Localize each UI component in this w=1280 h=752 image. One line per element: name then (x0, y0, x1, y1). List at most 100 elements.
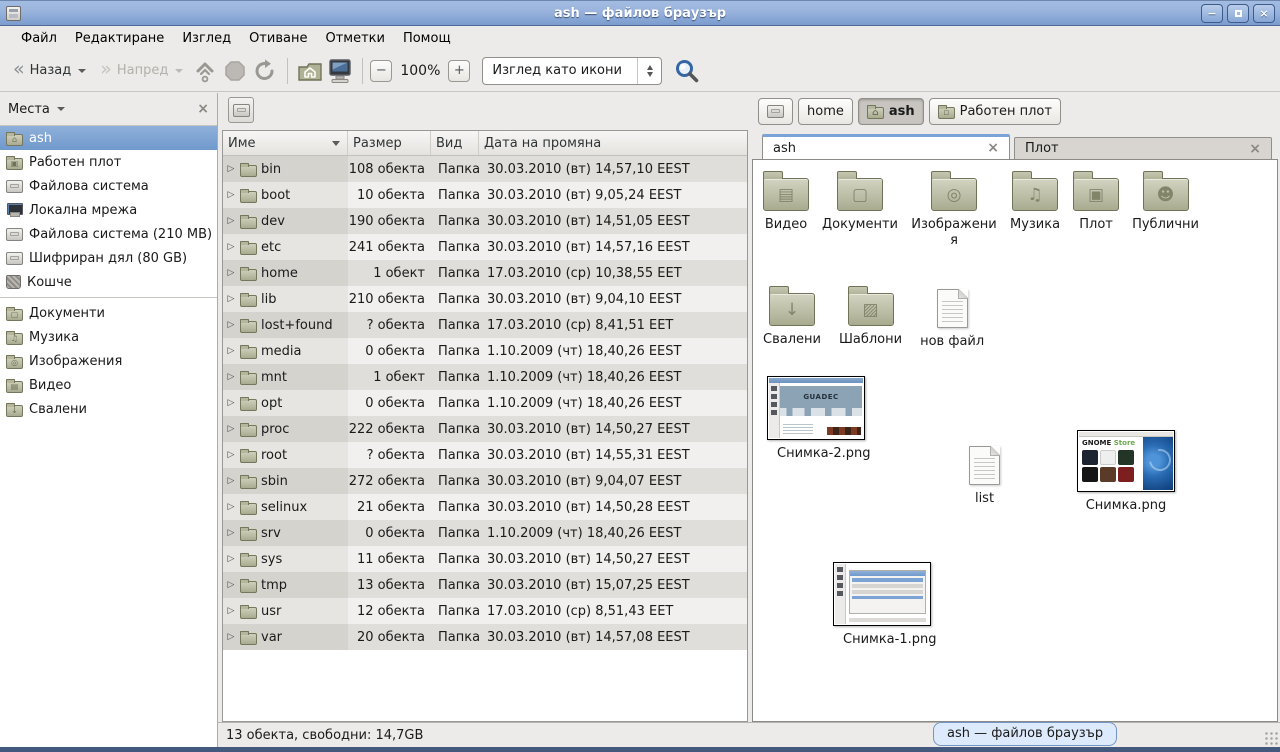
table-row[interactable]: ▷lost+found? обектаПапка17.03.2010 (ср) … (223, 312, 747, 338)
maximize-button[interactable] (1227, 4, 1249, 23)
file-item-видео[interactable]: ▤Видео (763, 170, 809, 248)
table-row[interactable]: ▷proc222 обектаПапка30.03.2010 (вт) 14,5… (223, 416, 747, 442)
table-row[interactable]: ▷srv0 обектаПапка1.10.2009 (чт) 18,40,26… (223, 520, 747, 546)
expander-icon[interactable]: ▷ (226, 268, 236, 278)
reload-button[interactable] (250, 56, 280, 86)
table-row[interactable]: ▷bin108 обектаПапка30.03.2010 (вт) 14,57… (223, 156, 747, 182)
column-header-kind[interactable]: Вид (431, 131, 479, 155)
table-row[interactable]: ▷home1 обектПапка17.03.2010 (ср) 10,38,5… (223, 260, 747, 286)
path-button-home[interactable]: home (798, 98, 853, 125)
expander-icon[interactable]: ▷ (226, 450, 236, 460)
file-item-плот[interactable]: ▣Плот (1073, 170, 1119, 248)
back-button[interactable]: « Назад (6, 55, 93, 87)
menu-view[interactable]: Изглед (173, 29, 240, 48)
table-row[interactable]: ▷sbin272 обектаПапка30.03.2010 (вт) 9,04… (223, 468, 747, 494)
file-item-шаблони[interactable]: ▨Шаблони (839, 285, 902, 350)
up-button[interactable] (190, 56, 220, 86)
sidebar-item-видео[interactable]: ▤Видео (0, 373, 217, 397)
file-item-документи[interactable]: ▢Документи (822, 170, 898, 248)
table-row[interactable]: ▷media0 обектаПапка1.10.2009 (чт) 18,40,… (223, 338, 747, 364)
file-snimka[interactable]: GNOME Store Снимка.png (1077, 430, 1175, 513)
expander-icon[interactable]: ▷ (226, 606, 236, 616)
expander-icon[interactable]: ▷ (226, 476, 236, 486)
file-snimka-1[interactable]: Снимка-1.png (833, 562, 931, 647)
table-row[interactable]: ▷opt0 обектаПапка1.10.2009 (чт) 18,40,26… (223, 390, 747, 416)
column-header-size[interactable]: Размер (348, 131, 431, 155)
tree-root-button[interactable] (228, 97, 254, 123)
table-row[interactable]: ▷etc241 обектаПапка30.03.2010 (вт) 14,57… (223, 234, 747, 260)
tab-plot[interactable]: Плот × (1014, 137, 1272, 160)
table-row[interactable]: ▷usr12 обектаПапка17.03.2010 (ср) 8,51,4… (223, 598, 747, 624)
table-row[interactable]: ▷selinux21 обектаПапка30.03.2010 (вт) 14… (223, 494, 747, 520)
expander-icon[interactable]: ▷ (226, 580, 236, 590)
expander-icon[interactable]: ▷ (226, 632, 236, 642)
search-button[interactable] (672, 56, 702, 86)
path-button-ash[interactable]: ⌂ ash (858, 98, 924, 125)
close-button[interactable]: × (1253, 4, 1275, 23)
expander-icon[interactable]: ▷ (226, 424, 236, 434)
table-row[interactable]: ▷lib210 обектаПапка30.03.2010 (вт) 9,04,… (223, 286, 747, 312)
zoom-in-button[interactable]: + (448, 60, 470, 82)
path-button-desktop[interactable]: ▫ Работен плот (929, 98, 1061, 125)
expander-icon[interactable]: ▷ (226, 528, 236, 538)
table-row[interactable]: ▷sys11 обектаПапка30.03.2010 (вт) 14,50,… (223, 546, 747, 572)
expander-icon[interactable]: ▷ (226, 320, 236, 330)
file-item-публични[interactable]: ☻Публични (1132, 170, 1199, 248)
column-header-date[interactable]: Дата на промяна (479, 131, 747, 155)
expander-icon[interactable]: ▷ (226, 372, 236, 382)
sidebar-item-музика[interactable]: ♫Музика (0, 325, 217, 349)
file-snimka-2[interactable]: GUADEC Снимка-2.png (767, 376, 865, 461)
sidebar-item-свалени[interactable]: ↓Свалени (0, 397, 217, 421)
sidebar-close-button[interactable]: × (197, 101, 209, 117)
sidebar-item-файлова-система[interactable]: Файлова система (0, 174, 217, 198)
sidebar-item-изображения[interactable]: ◎Изображения (0, 349, 217, 373)
expander-icon[interactable]: ▷ (226, 190, 236, 200)
zoom-out-button[interactable]: − (370, 60, 392, 82)
stop-button[interactable] (220, 56, 250, 86)
menu-file[interactable]: Файл (12, 29, 66, 48)
menu-go[interactable]: Отиване (240, 29, 316, 48)
sidebar-item-ash[interactable]: ⌂ash (0, 126, 217, 150)
sidebar-mode-select[interactable]: Места (8, 102, 65, 117)
expander-icon[interactable]: ▷ (226, 502, 236, 512)
sidebar-item-кошче[interactable]: Кошче (0, 270, 217, 294)
sidebar-item-работен-плот[interactable]: ▣Работен плот (0, 150, 217, 174)
tab-close-icon[interactable]: × (987, 140, 999, 156)
sidebar-item-документи[interactable]: ▢Документи (0, 301, 217, 325)
expander-icon[interactable]: ▷ (226, 216, 236, 226)
table-row[interactable]: ▷tmp13 обектаПапка30.03.2010 (вт) 15,07,… (223, 572, 747, 598)
sidebar-item-локална-мрежа[interactable]: Локална мрежа (0, 198, 217, 222)
expander-icon[interactable]: ▷ (226, 164, 236, 174)
file-item-нов-файл[interactable]: нов файл (920, 285, 984, 350)
resize-grip-icon[interactable] (1264, 731, 1278, 745)
tab-ash[interactable]: ash × (762, 134, 1010, 160)
expander-icon[interactable]: ▷ (226, 398, 236, 408)
expander-icon[interactable]: ▷ (226, 242, 236, 252)
sidebar-item-файлова-система-210-mb-[interactable]: Файлова система (210 MB) (0, 222, 217, 246)
icon-view[interactable]: ▤Видео ▢Документи◎Изображения ♫Музика ▣Плот… (752, 159, 1278, 722)
computer-button[interactable] (325, 56, 355, 86)
home-button[interactable] (295, 56, 325, 86)
tab-close-icon[interactable]: × (1249, 141, 1261, 157)
back-dropdown-icon[interactable] (78, 69, 86, 73)
table-row[interactable]: ▷mnt1 обектПапка1.10.2009 (чт) 18,40,26 … (223, 364, 747, 390)
expander-icon[interactable]: ▷ (226, 346, 236, 356)
table-row[interactable]: ▷var20 обектаПапка30.03.2010 (вт) 14,57,… (223, 624, 747, 650)
file-item-свалени[interactable]: ↓Свалени (763, 285, 821, 350)
forward-button[interactable]: » Напред (93, 55, 190, 87)
menu-bookmarks[interactable]: Отметки (316, 29, 393, 48)
sidebar-item-шифриран-дял-80-gb-[interactable]: Шифриран дял (80 GB) (0, 246, 217, 270)
expander-icon[interactable]: ▷ (226, 554, 236, 564)
file-list[interactable]: list (969, 442, 1000, 506)
minimize-button[interactable]: − (1201, 4, 1223, 23)
column-header-name[interactable]: Име (223, 131, 348, 155)
table-row[interactable]: ▷boot10 обектаПапка30.03.2010 (вт) 9,05,… (223, 182, 747, 208)
file-item-музика[interactable]: ♫Музика (1010, 170, 1060, 248)
menu-edit[interactable]: Редактиране (66, 29, 173, 48)
file-item-изображения[interactable]: ◎Изображения (911, 170, 997, 248)
view-mode-select[interactable]: Изглед като икони (482, 57, 662, 85)
table-row[interactable]: ▷dev190 обектаПапка30.03.2010 (вт) 14,51… (223, 208, 747, 234)
spinner-icon[interactable] (637, 58, 661, 84)
titlebar[interactable]: ash — файлов браузър − × (0, 0, 1280, 26)
menu-help[interactable]: Помощ (394, 29, 460, 48)
